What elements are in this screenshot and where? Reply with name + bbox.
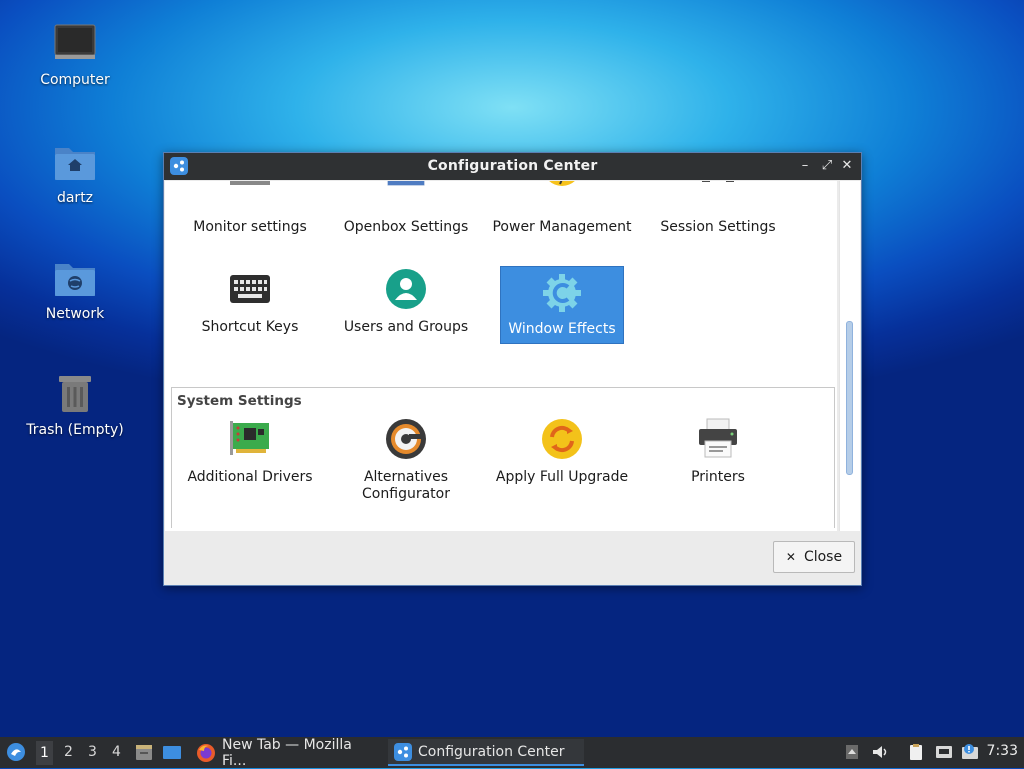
computer-icon — [53, 22, 97, 66]
item-label: Monitor settings — [193, 219, 307, 235]
item-openbox-settings[interactable]: Openbox Settings — [331, 181, 481, 236]
home-folder-icon — [53, 140, 97, 184]
start-menu-icon[interactable] — [6, 742, 26, 762]
desktop-icon-label: Network — [45, 306, 105, 322]
window-footer: ✕ Close — [164, 531, 861, 585]
item-label: Shortcut Keys — [201, 319, 299, 335]
item-additional-drivers[interactable]: Additional Drivers — [175, 417, 325, 486]
compton-icon — [540, 271, 584, 315]
scrollbar-thumb[interactable] — [846, 321, 853, 475]
upgrade-icon — [540, 417, 584, 461]
task-label: New Tab — Mozilla Fi... — [222, 736, 352, 769]
tray-arrow-icon[interactable] — [843, 743, 861, 761]
task-configuration-center[interactable]: Configuration Center — [388, 739, 584, 766]
minimize-button[interactable]: – — [796, 157, 814, 175]
desktop-icon-home[interactable]: dartz — [14, 140, 136, 206]
desktop-icon-network[interactable]: Network — [14, 256, 136, 322]
alternatives-icon — [384, 417, 428, 461]
power-icon — [540, 181, 584, 211]
group-title: System Settings — [177, 393, 302, 409]
item-power-management[interactable]: Power Management — [487, 181, 637, 236]
desktop-icon-trash[interactable]: Trash (Empty) — [14, 372, 136, 438]
file-manager-launcher-icon[interactable] — [134, 742, 154, 762]
close-icon: ✕ — [785, 550, 796, 564]
taskbar: 1 2 3 4 New Tab — Mozilla Fi... Configur… — [0, 736, 1024, 769]
update-notifier-icon[interactable] — [961, 743, 979, 761]
workspace-3[interactable]: 3 — [88, 744, 97, 760]
task-firefox[interactable]: New Tab — Mozilla Fi... — [190, 736, 386, 769]
printer-icon — [696, 417, 740, 461]
item-label: Openbox Settings — [343, 219, 469, 235]
desktop-icon-label: dartz — [56, 190, 94, 206]
pci-card-icon — [228, 417, 272, 461]
settings-content: Monitor settings Openbox Settings Power … — [165, 181, 837, 531]
maximize-button[interactable]: ⤢ — [818, 157, 836, 175]
item-label: Additional Drivers — [187, 469, 313, 485]
item-label: Printers — [691, 469, 745, 485]
window-close-button[interactable]: ✕ — [838, 157, 856, 175]
window-titlebar[interactable]: Configuration Center – ⤢ ✕ — [164, 153, 861, 180]
close-button[interactable]: ✕ Close — [773, 541, 855, 573]
item-label: Apply Full Upgrade — [495, 469, 629, 485]
workspace-4[interactable]: 4 — [112, 744, 121, 760]
openbox-icon — [384, 181, 428, 211]
item-session-settings[interactable]: Session Settings — [643, 181, 793, 236]
item-label: Users and Groups — [343, 319, 469, 335]
clipboard-icon[interactable] — [907, 743, 925, 761]
item-users-and-groups[interactable]: Users and Groups — [331, 267, 481, 336]
item-label: Alternatives Configurator — [362, 469, 450, 502]
desktop-icon-label: Computer — [40, 72, 110, 88]
volume-icon[interactable] — [871, 743, 889, 761]
network-wired-icon[interactable] — [935, 743, 953, 761]
config-center-icon — [394, 742, 412, 761]
users-icon — [384, 267, 428, 311]
item-shortcut-keys[interactable]: Shortcut Keys — [175, 267, 325, 336]
monitor-icon — [228, 181, 272, 211]
configuration-center-window: Configuration Center – ⤢ ✕ Monitor setti… — [163, 152, 862, 586]
item-label: Window Effects — [508, 321, 616, 337]
desktop-icon-computer[interactable]: Computer — [14, 22, 136, 88]
clock[interactable]: 7:33 — [987, 743, 1018, 759]
firefox-icon — [196, 743, 216, 763]
item-alternatives-configurator[interactable]: Alternatives Configurator — [331, 417, 481, 503]
close-button-label: Close — [803, 549, 843, 565]
item-apply-full-upgrade[interactable]: Apply Full Upgrade — [487, 417, 637, 486]
workspace-1[interactable]: 1 — [36, 741, 53, 765]
keyboard-icon — [228, 267, 272, 311]
item-label: Power Management — [492, 219, 632, 235]
item-monitor-settings[interactable]: Monitor settings — [175, 181, 325, 236]
trash-icon — [53, 372, 97, 416]
desktop-icon-label: Trash (Empty) — [26, 422, 124, 438]
workspace-2[interactable]: 2 — [64, 744, 73, 760]
item-window-effects[interactable]: Window Effects — [500, 266, 624, 344]
item-printers[interactable]: Printers — [643, 417, 793, 486]
item-label: Session Settings — [660, 219, 776, 235]
show-desktop-icon[interactable] — [162, 742, 182, 762]
vertical-scrollbar[interactable] — [839, 181, 860, 531]
task-label: Configuration Center — [418, 743, 565, 760]
network-folder-icon — [53, 256, 97, 300]
window-title: Configuration Center — [427, 158, 598, 174]
session-gear-icon — [696, 181, 740, 211]
